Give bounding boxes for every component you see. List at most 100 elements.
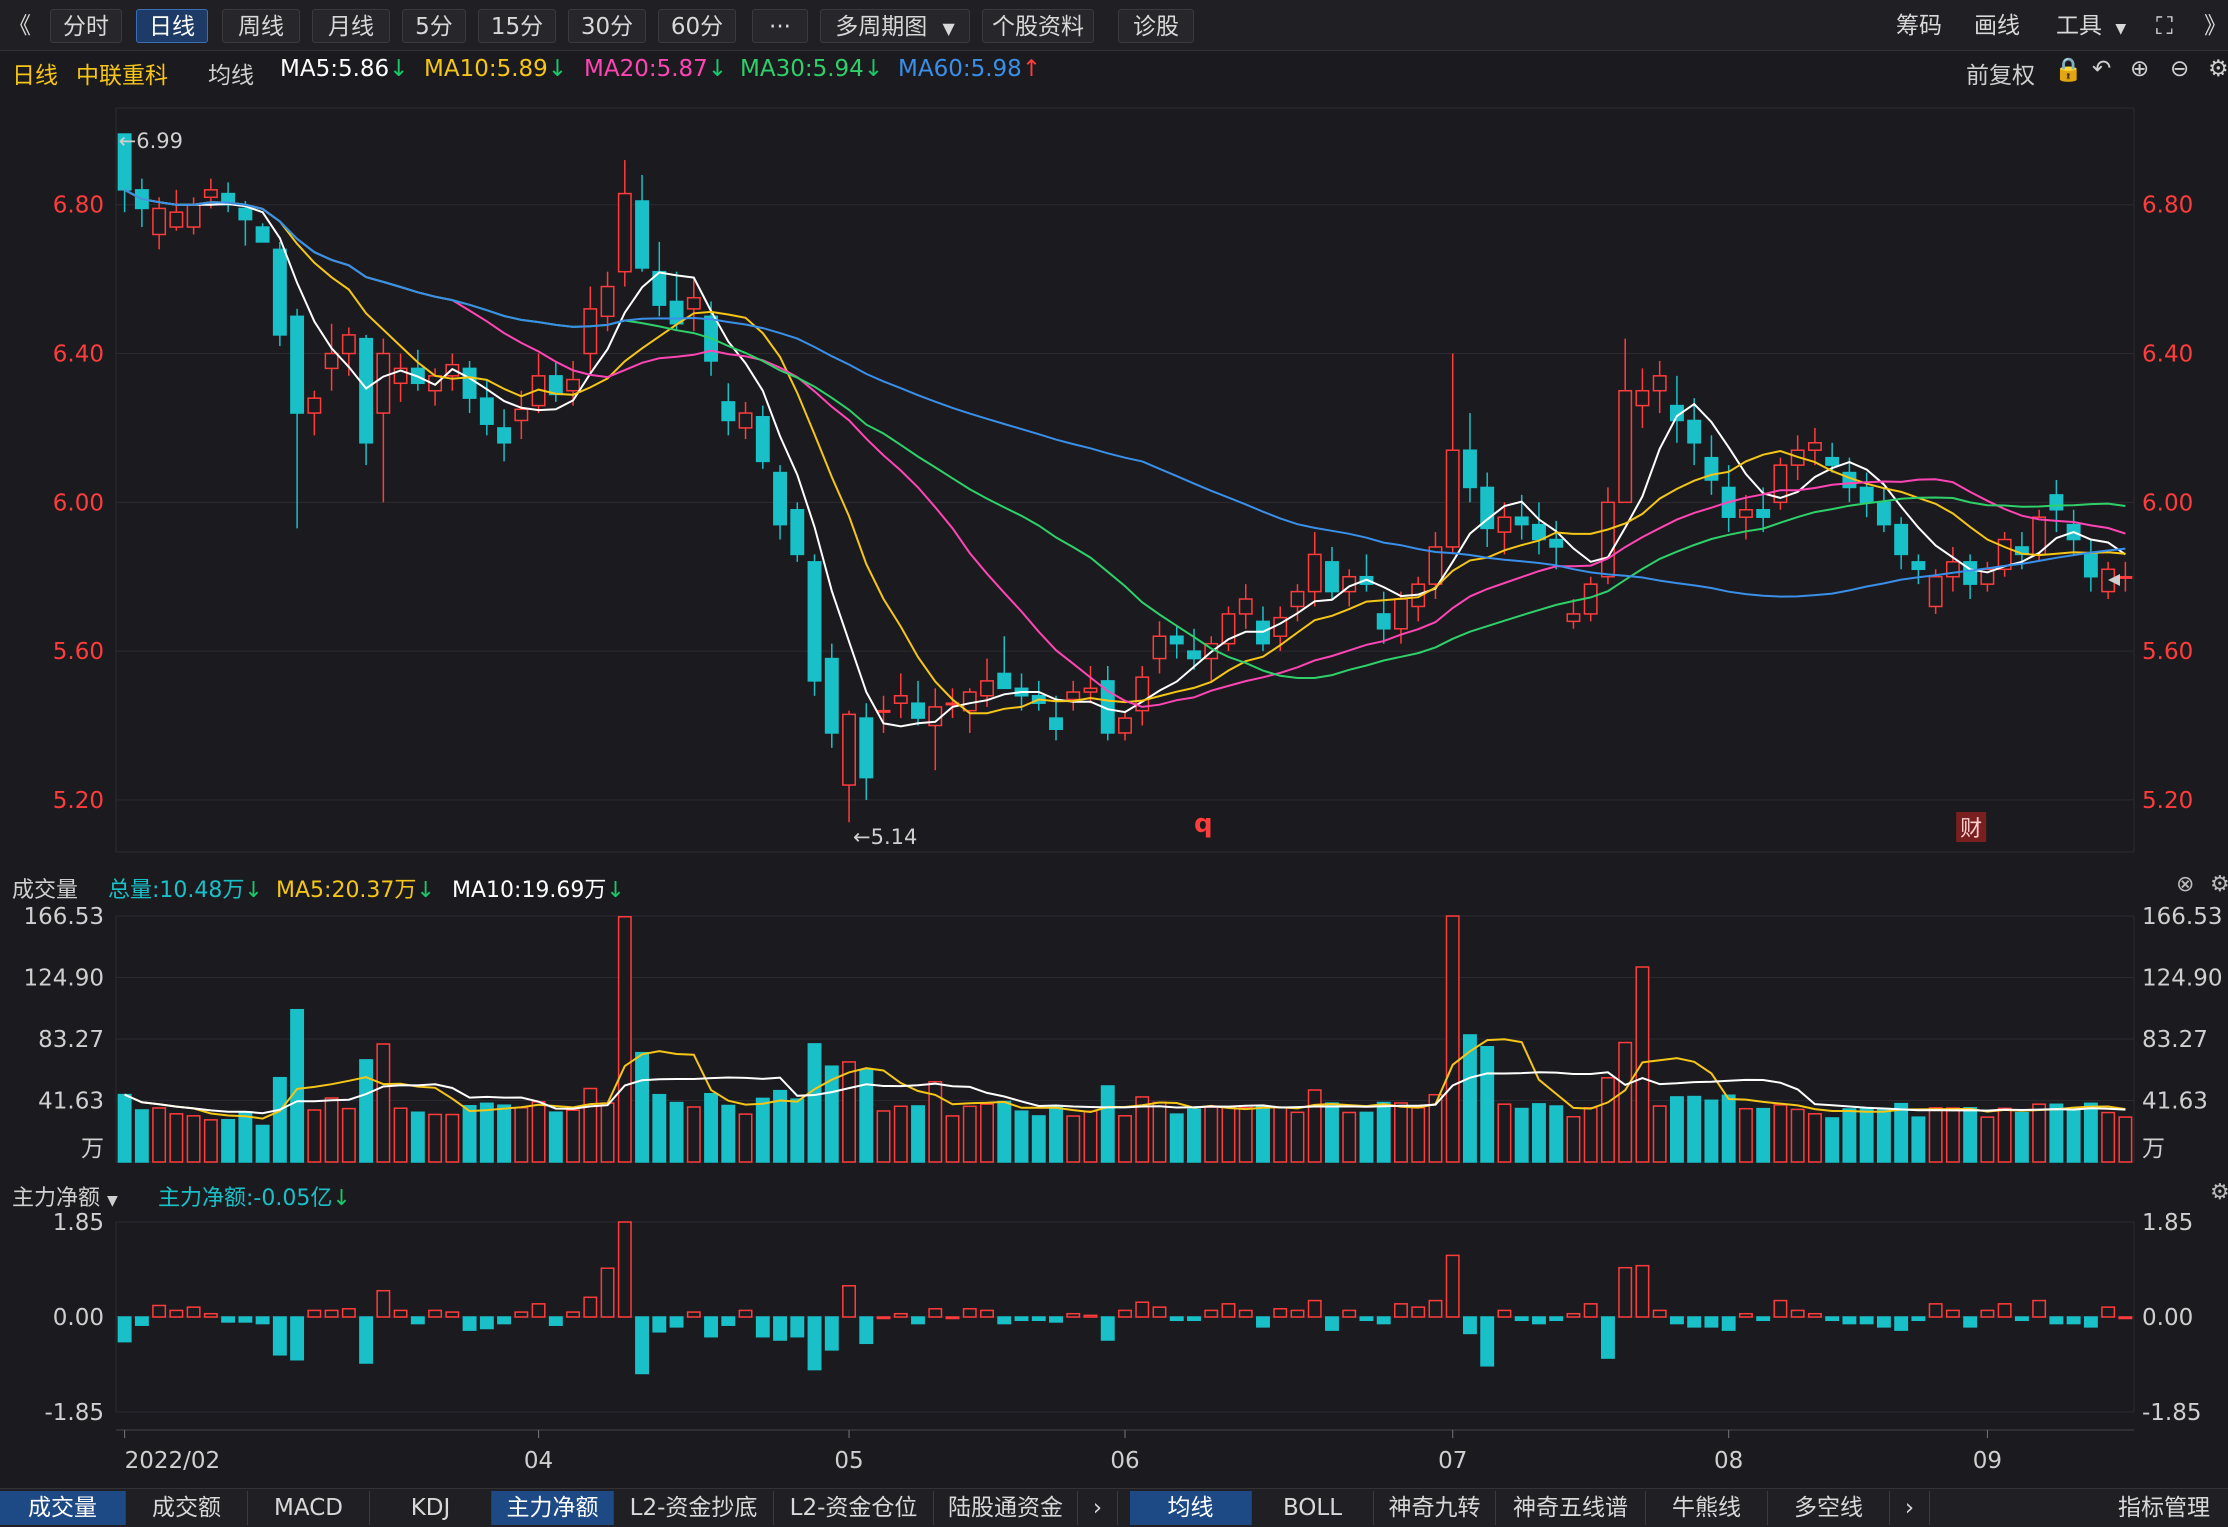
candle-body (479, 397, 494, 425)
overlay-tab-均线[interactable]: 均线 (1130, 1491, 1252, 1525)
period-tab-5分[interactable]: 5分 (402, 9, 466, 43)
candle-body (203, 189, 218, 199)
candle-body (169, 211, 184, 228)
zoom-in-icon[interactable]: ⊕ (2130, 56, 2149, 82)
volume-bar (393, 1107, 408, 1163)
overlay-tab-神奇九转[interactable]: 神奇九转 (1374, 1491, 1496, 1525)
top-toolbar: 《 分时 日线 周线 月线 5分 15分 30分 60分 ··· 多周期图 ▼ … (0, 0, 2228, 51)
period-tab-15分[interactable]: 15分 (478, 9, 556, 43)
volume-bar (324, 1097, 339, 1163)
candle-body (1307, 553, 1322, 593)
expand-icon[interactable]: 》 (2204, 9, 2227, 43)
period-tab-日线[interactable]: 日线 (136, 9, 208, 43)
settings-icon[interactable]: ⚙ (2210, 872, 2228, 897)
diagnose-button[interactable]: 诊股 (1118, 9, 1194, 43)
indicator-tab-成交额[interactable]: 成交额 (126, 1491, 248, 1525)
flow-bar (876, 1316, 891, 1320)
tools-label: 工具 (2056, 13, 2102, 39)
flow-bar (1894, 1316, 1909, 1331)
ma10-line (124, 188, 2126, 715)
y-tick-label-right: 5.60 (2142, 639, 2193, 665)
volume-ma5: MA5:20.37万↓ (276, 872, 435, 904)
volume-bar (462, 1105, 477, 1163)
candle-body (807, 561, 822, 682)
indicator-manage-button[interactable]: 指标管理 (2100, 1491, 2228, 1525)
overlay-tab-多空线[interactable]: 多空线 (1768, 1491, 1890, 1525)
indicator-tab-主力净额[interactable]: 主力净额 (492, 1491, 614, 1525)
flow-bar (169, 1309, 184, 1318)
volume-chart[interactable]: 166.53 166.53 124.90 124.90 83.27 83.27 41.63 4… (0, 906, 2228, 1168)
indicator-tab-MACD[interactable]: MACD (248, 1491, 370, 1525)
net-flow-chart[interactable]: 1.85 1.85 0.00 0.00 -1.85 -1.85 2022/02 04 05 06 0… (0, 1212, 2228, 1488)
zoom-out-icon[interactable]: ⊖ (2170, 56, 2189, 82)
period-tab-月线[interactable]: 月线 (312, 9, 390, 43)
volume-bar (1583, 1107, 1598, 1163)
collapse-icon[interactable]: 《 (8, 9, 31, 43)
volume-bar (1531, 1103, 1546, 1163)
candle-body (272, 248, 287, 336)
volume-bar (1169, 1113, 1184, 1163)
period-tab-30分[interactable]: 30分 (568, 9, 646, 43)
flow-value-text: 主力净额:-0.05亿 (158, 1186, 333, 1211)
flow-bar (1687, 1316, 1702, 1328)
indicator-tab-成交量[interactable]: 成交量 (0, 1491, 126, 1525)
candle-body (635, 200, 650, 269)
flow-bar (1307, 1299, 1322, 1318)
flow-bar (635, 1316, 650, 1375)
indicator-tab-L2-资金仓位[interactable]: L2-资金仓位 (774, 1491, 934, 1525)
flow-bar (1842, 1316, 1857, 1325)
indicator-tab-KDJ[interactable]: KDJ (370, 1491, 492, 1525)
flow-bar (1945, 1309, 1960, 1318)
period-tab-分时[interactable]: 分时 (50, 9, 122, 43)
candle-body (514, 408, 529, 422)
candle-body (1687, 419, 1702, 444)
tools-button[interactable]: 工具 ▼ (2056, 9, 2126, 43)
stock-name[interactable]: 中联重科 (76, 56, 168, 90)
multi-period-button[interactable]: 多周期图 ▼ (820, 9, 970, 43)
flow-bar (1428, 1299, 1443, 1318)
indicator-tab-L2-资金抄底[interactable]: L2-资金抄底 (614, 1491, 774, 1525)
overlay-tab-牛熊线[interactable]: 牛熊线 (1646, 1491, 1768, 1525)
flow-panel-selector[interactable]: 主力净额 ▼ (12, 1180, 118, 1212)
volume-bar (1790, 1108, 1805, 1163)
settings-icon[interactable]: ⚙ (2208, 56, 2228, 82)
tabs-scroll-right-icon[interactable]: › (1078, 1491, 1118, 1525)
overlay-tab-神奇五线谱[interactable]: 神奇五线谱 (1496, 1491, 1646, 1525)
volume-bar (1566, 1116, 1581, 1163)
indicator-tab-陆股通资金[interactable]: 陆股通资金 (934, 1491, 1078, 1525)
volume-bar (1721, 1094, 1736, 1163)
lock-icon[interactable]: 🔒 (2054, 56, 2083, 83)
flow-bar (1204, 1309, 1219, 1318)
flow-bar (514, 1311, 529, 1318)
close-panel-icon[interactable]: ⊗ (2176, 872, 2194, 897)
x-tick-label: 08 (1714, 1448, 1743, 1474)
period-tab-60分[interactable]: 60分 (658, 9, 736, 43)
candle-body (721, 401, 736, 422)
price-chart[interactable]: 6.80 6.80 6.40 6.40 6.00 6.00 5.60 5.60 5.20 5.20… (0, 92, 2228, 862)
ma-label[interactable]: 均线 (208, 56, 254, 90)
flow-bar (428, 1309, 443, 1318)
flow-bar (238, 1316, 253, 1323)
fullscreen-icon[interactable]: ⛶ (2156, 9, 2173, 43)
more-button[interactable]: ··· (752, 9, 808, 43)
down-arrow-icon: ↓ (389, 56, 409, 82)
adjust-mode[interactable]: 前复权 (1966, 56, 2035, 90)
draw-line-button[interactable]: 画线 (1974, 9, 2020, 43)
period-tab-周线[interactable]: 周线 (222, 9, 300, 43)
candle-body (1325, 561, 1339, 593)
volume-bar (1600, 1077, 1615, 1163)
flow-bar (1756, 1316, 1771, 1322)
flow-bar (721, 1316, 736, 1326)
stock-info-button[interactable]: 个股资料 (982, 9, 1094, 43)
overlay-tab-BOLL[interactable]: BOLL (1252, 1491, 1374, 1525)
candle-body (238, 207, 253, 221)
chips-button[interactable]: 筹码 (1896, 9, 1942, 43)
settings-icon[interactable]: ⚙ (2210, 1180, 2228, 1205)
candle-body (1514, 516, 1529, 526)
volume-panel-label[interactable]: 成交量 (12, 872, 78, 904)
down-arrow-icon: ↓ (244, 878, 263, 903)
flow-bar (221, 1316, 236, 1323)
tabs-scroll-right-icon[interactable]: › (1890, 1491, 1930, 1525)
undo-icon[interactable]: ↶ (2092, 56, 2111, 82)
flow-bar (755, 1316, 770, 1338)
